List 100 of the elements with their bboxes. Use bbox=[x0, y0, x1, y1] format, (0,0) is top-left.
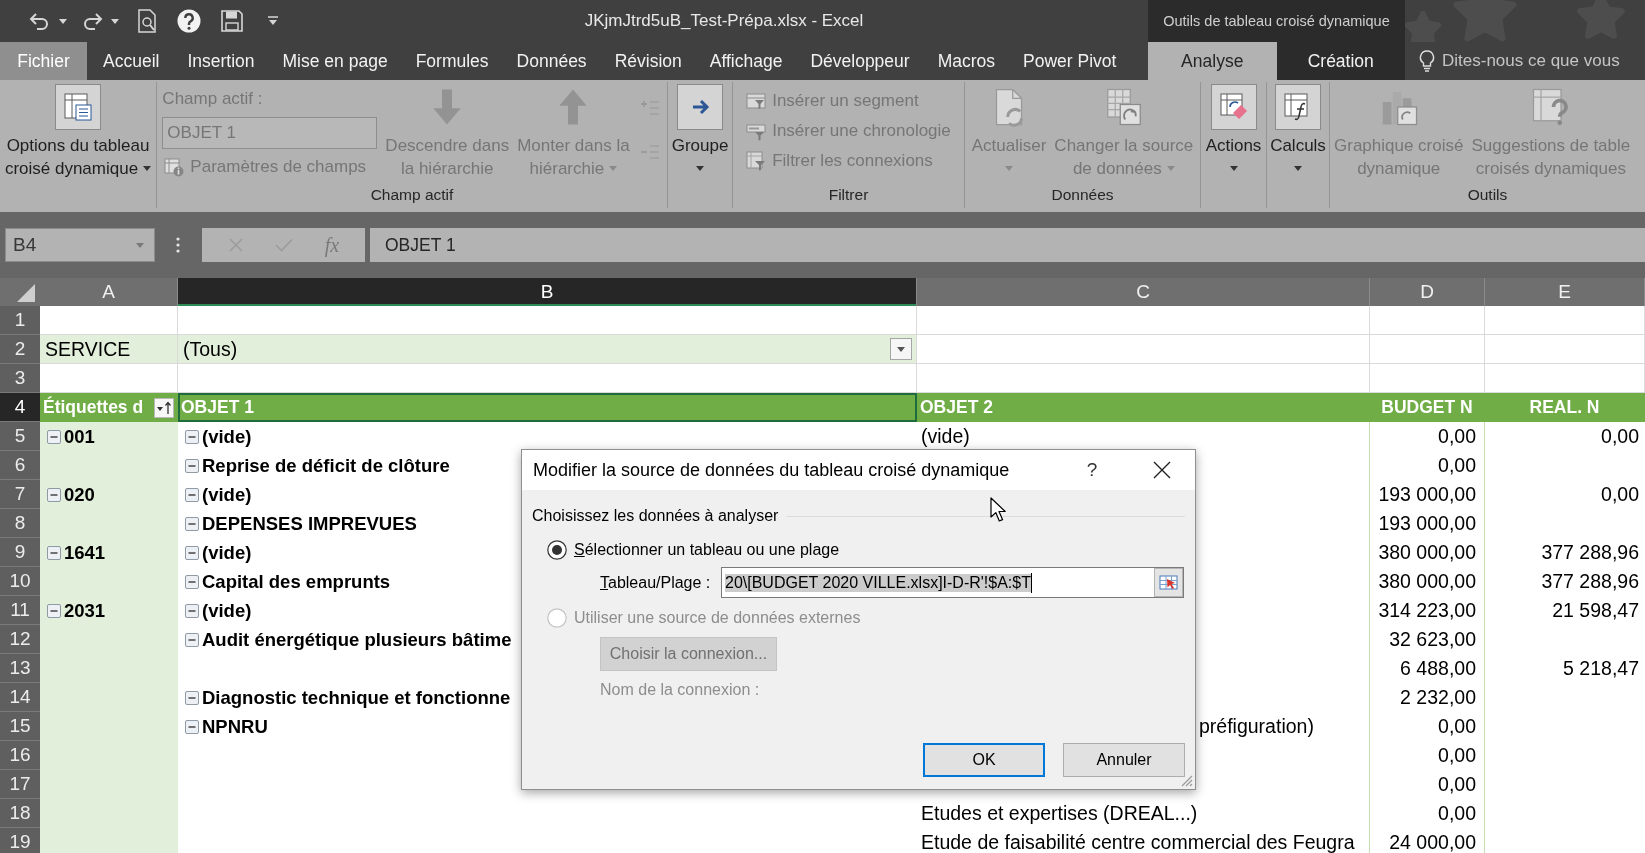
row-header[interactable]: 15 bbox=[0, 712, 40, 741]
curved-right-arrow-icon[interactable] bbox=[81, 12, 103, 30]
diagonal-grip-lines-icon[interactable] bbox=[1181, 775, 1193, 787]
minus-box-icon[interactable] bbox=[185, 429, 199, 444]
row-header[interactable]: 5 bbox=[0, 422, 40, 451]
ribbon-tab[interactable]: Développeur bbox=[796, 42, 924, 80]
table-pointer-icon[interactable] bbox=[1154, 568, 1183, 597]
row-header[interactable]: 8 bbox=[0, 509, 40, 538]
dialog-title: Modifier la source de données du tableau croisé dynamique bbox=[533, 459, 1010, 481]
cell-text: préfiguration) bbox=[1199, 715, 1314, 738]
cell-text: 0,00 bbox=[1438, 744, 1476, 767]
confirm-button[interactable]: OK bbox=[923, 743, 1045, 777]
row-header[interactable]: 18 bbox=[0, 799, 40, 828]
name-box[interactable]: B4 bbox=[5, 228, 155, 262]
formula-input[interactable]: OBJET 1 bbox=[370, 228, 1645, 262]
ribbon-tab[interactable]: Mise en page bbox=[268, 42, 402, 80]
document-magnifier-icon[interactable] bbox=[137, 9, 157, 33]
row-header[interactable]: 3 bbox=[0, 364, 40, 393]
minus-box-icon[interactable] bbox=[185, 574, 199, 589]
cell-text: 0,00 bbox=[1438, 454, 1476, 477]
caret-icon bbox=[136, 242, 144, 248]
window-title: JKjmJtrd5uB_Test-Prépa.xlsx - Excel bbox=[584, 11, 864, 31]
ribbon-tab[interactable]: Affichage bbox=[695, 42, 797, 80]
radio-option[interactable]: Sélectionner un tableau ou une plage bbox=[547, 537, 840, 563]
contextual-tab-header: Outils de tableau croisé dynamique bbox=[1148, 0, 1405, 42]
minus-box-icon[interactable] bbox=[47, 545, 61, 560]
ribbon-tab[interactable]: Accueil bbox=[89, 42, 174, 80]
cell-text: DEPENSES IMPREVUES bbox=[202, 512, 417, 535]
caret-icon[interactable] bbox=[59, 18, 67, 24]
minus-box-icon[interactable] bbox=[47, 603, 61, 618]
cell-text: 377 288,96 bbox=[1541, 570, 1639, 593]
cell-text: 24 000,00 bbox=[1389, 831, 1476, 853]
cell-text: (vide) bbox=[921, 425, 970, 448]
caret-icon[interactable] bbox=[111, 18, 119, 24]
question-circle-icon[interactable] bbox=[177, 9, 201, 33]
cell-text: (Tous) bbox=[183, 337, 238, 361]
row-header[interactable]: 10 bbox=[0, 567, 40, 596]
row-header[interactable]: 14 bbox=[0, 683, 40, 712]
calculations-button[interactable]: Calculs bbox=[1266, 84, 1330, 182]
range-input[interactable]: 20\[BUDGET 2020 VILLE.xlsx]I-D-R'!$A:$T bbox=[721, 567, 1184, 598]
row-header[interactable]: 4 bbox=[0, 393, 40, 422]
group-label: Filtrer bbox=[828, 186, 869, 204]
row-header[interactable]: 19 bbox=[0, 828, 40, 853]
ribbon-tab[interactable]: Fichier bbox=[0, 42, 87, 80]
row-header[interactable]: 1 bbox=[0, 306, 40, 335]
cell-text: (vide) bbox=[202, 425, 252, 448]
help-button[interactable]: ? bbox=[1072, 450, 1112, 490]
ribbon-tab[interactable]: Insertion bbox=[173, 42, 269, 80]
row-header[interactable]: 12 bbox=[0, 625, 40, 654]
row-header[interactable]: 9 bbox=[0, 538, 40, 567]
cell-text: Audit énergétique plusieurs bâtime bbox=[202, 628, 512, 651]
table-question-icon bbox=[1530, 87, 1571, 127]
cell-text: 0,00 bbox=[1438, 715, 1476, 738]
search-field[interactable]: Dites-nous ce que vous bbox=[1442, 51, 1637, 71]
minus-box-icon[interactable] bbox=[185, 545, 199, 560]
ribbon-tab[interactable]: Révision bbox=[600, 42, 696, 80]
ribbon-tab[interactable]: Création bbox=[1276, 42, 1405, 80]
row-header[interactable]: 6 bbox=[0, 451, 40, 480]
row-header[interactable]: 13 bbox=[0, 654, 40, 683]
minus-box-icon[interactable] bbox=[185, 603, 199, 618]
cell-text: (vide) bbox=[202, 541, 252, 564]
vertical-dots-icon[interactable] bbox=[176, 237, 180, 253]
ribbon-tab[interactable]: Formules bbox=[401, 42, 503, 80]
ribbon-tab[interactable]: Macros bbox=[923, 42, 1009, 80]
minus-box-icon[interactable] bbox=[185, 487, 199, 502]
dropdown-caret-icon[interactable] bbox=[890, 338, 912, 360]
column-header[interactable]: A bbox=[40, 278, 178, 306]
row-header[interactable]: 17 bbox=[0, 770, 40, 799]
ribbon-tab[interactable]: Analyse bbox=[1148, 42, 1277, 80]
minus-box-icon[interactable] bbox=[185, 516, 199, 531]
cancel-button[interactable]: Annuler bbox=[1063, 743, 1185, 777]
cell-text: 5 218,47 bbox=[1563, 657, 1639, 680]
row-header[interactable]: 16 bbox=[0, 741, 40, 770]
cell-text: Reprise de déficit de clôture bbox=[202, 454, 450, 477]
group-button[interactable]: Groupe bbox=[667, 84, 733, 182]
column-header[interactable]: C bbox=[917, 278, 1370, 306]
row-header[interactable]: 2 bbox=[0, 335, 40, 364]
actions-button[interactable]: Actions bbox=[1201, 84, 1266, 182]
minus-box-icon[interactable] bbox=[185, 632, 199, 647]
curved-left-arrow-icon[interactable] bbox=[29, 12, 51, 30]
radio-circle-icon[interactable] bbox=[547, 540, 567, 560]
row-header[interactable]: 7 bbox=[0, 480, 40, 509]
minus-box-icon[interactable] bbox=[185, 719, 199, 734]
column-header[interactable]: D bbox=[1370, 278, 1485, 306]
ribbon-tab[interactable]: Power Pivot bbox=[1009, 42, 1131, 80]
minus-box-icon[interactable] bbox=[185, 458, 199, 473]
cell-text: 380 000,00 bbox=[1378, 541, 1476, 564]
bar-caret-icon[interactable] bbox=[267, 16, 279, 26]
ribbon-tab[interactable]: Données bbox=[502, 42, 601, 80]
minus-box-icon[interactable] bbox=[47, 487, 61, 502]
pivot-options-button[interactable]: Options du tableau croisé dynamique bbox=[0, 84, 156, 182]
column-header[interactable]: B bbox=[178, 278, 917, 306]
minus-box-icon[interactable] bbox=[47, 429, 61, 444]
panel-funnel-icon bbox=[746, 91, 767, 111]
column-header[interactable]: E bbox=[1485, 278, 1645, 306]
row-header[interactable]: 11 bbox=[0, 596, 40, 625]
table-cell: SERVICE bbox=[40, 335, 178, 364]
cell-text: 0,00 bbox=[1601, 483, 1639, 506]
cell-text: 020 bbox=[64, 483, 95, 506]
minus-box-icon[interactable] bbox=[185, 690, 199, 705]
